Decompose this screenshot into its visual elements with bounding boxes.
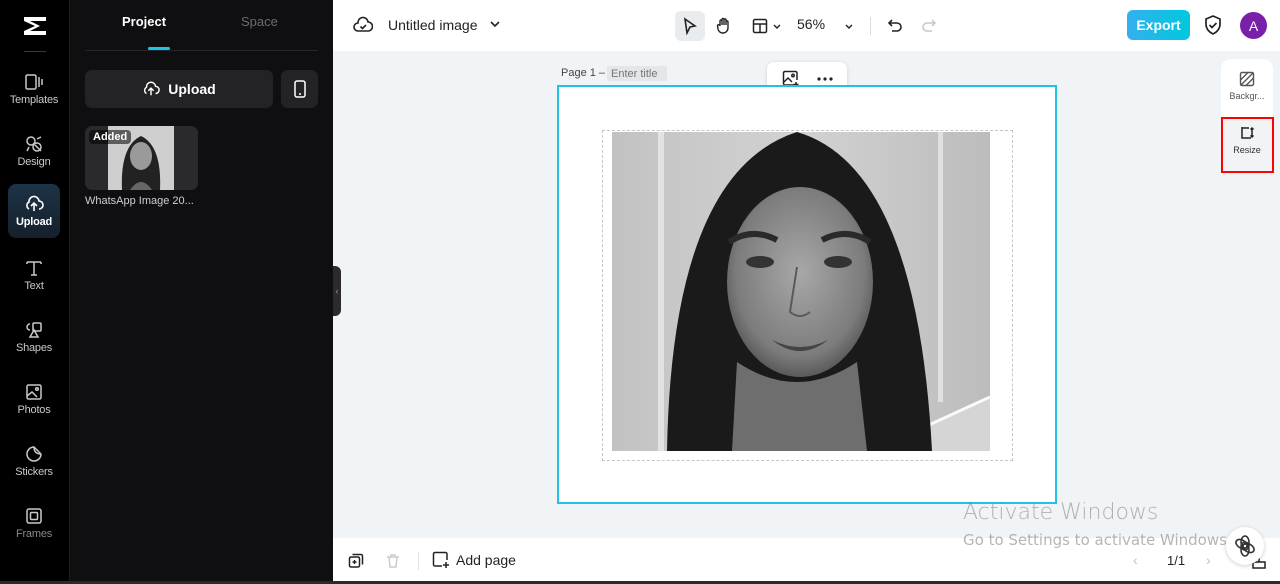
background-button[interactable]: Backgr... xyxy=(1221,71,1273,101)
document-title[interactable]: Untitled image xyxy=(388,17,478,33)
page-label: Page 1 – xyxy=(561,67,606,79)
canvas-photo[interactable] xyxy=(612,132,990,451)
sidebar-item-design[interactable]: Design xyxy=(8,124,60,178)
design-icon xyxy=(26,136,42,152)
hand-tool-button[interactable] xyxy=(709,11,739,41)
asset-thumbnail[interactable]: Added xyxy=(85,126,198,190)
background-icon xyxy=(1239,71,1255,87)
upload-button-label: Upload xyxy=(168,81,216,97)
duplicate-page-icon[interactable] xyxy=(348,553,364,569)
more-options-button[interactable] xyxy=(816,76,833,81)
sidebar-item-text[interactable]: Text xyxy=(8,248,60,302)
phone-icon xyxy=(293,80,306,98)
active-tab-indicator xyxy=(148,47,170,50)
background-label: Backgr... xyxy=(1229,91,1265,101)
image-selection-frame[interactable] xyxy=(602,130,1013,461)
sidebar-item-upload[interactable]: Upload xyxy=(8,184,60,238)
sidebar-item-label: Upload xyxy=(15,216,53,228)
undo-button[interactable] xyxy=(881,11,909,41)
sidebar-item-label: Templates xyxy=(9,94,59,106)
resize-icon xyxy=(1241,126,1255,139)
previous-page-button[interactable]: ‹ xyxy=(1133,552,1138,568)
tab-project[interactable]: Project xyxy=(122,14,166,29)
windows-activation-subtitle: Go to Settings to activate Windows. xyxy=(963,531,1232,549)
zoom-dropdown-button[interactable] xyxy=(838,11,860,41)
left-nav-rail: Templates Design Upload Text Shapes Phot… xyxy=(0,0,70,584)
cursor-icon xyxy=(683,17,697,35)
shield-check-icon[interactable] xyxy=(1202,14,1224,36)
select-tool-button[interactable] xyxy=(675,11,705,41)
chevron-down-icon[interactable] xyxy=(489,17,501,31)
cloud-saved-icon[interactable] xyxy=(353,15,373,35)
panel-tabs: Project Space xyxy=(85,0,318,51)
add-page-button[interactable]: Add page xyxy=(432,551,516,569)
text-icon xyxy=(26,261,42,276)
chevron-down-icon xyxy=(845,24,853,29)
capcut-logo-icon[interactable] xyxy=(20,12,50,40)
canvas-page[interactable] xyxy=(557,85,1057,504)
page-indicator: 1/1 xyxy=(1167,553,1186,568)
sidebar-item-frames[interactable]: Frames xyxy=(8,496,60,550)
zoom-level[interactable]: 56% xyxy=(797,16,825,32)
photos-icon xyxy=(26,384,42,400)
stickers-icon xyxy=(26,446,42,462)
templates-icon xyxy=(25,74,43,90)
add-page-label: Add page xyxy=(456,552,516,568)
sidebar-item-label: Stickers xyxy=(15,466,53,478)
sidebar-item-label: Design xyxy=(17,156,51,168)
resize-button[interactable]: Resize xyxy=(1221,117,1273,171)
delete-page-icon[interactable] xyxy=(385,553,401,569)
user-avatar[interactable]: A xyxy=(1240,12,1267,39)
windows-activation-title: Activate Windows xyxy=(963,500,1159,525)
page-title-input[interactable] xyxy=(607,66,667,81)
bottom-divider xyxy=(418,552,419,570)
add-page-icon xyxy=(432,551,449,568)
page-properties-panel: Backgr... Resize xyxy=(1221,59,1273,172)
sidebar-item-label: Text xyxy=(24,280,44,292)
upload-from-phone-button[interactable] xyxy=(281,70,318,108)
shapes-icon xyxy=(26,322,42,338)
redo-button[interactable] xyxy=(915,11,943,41)
sidebar-item-templates[interactable]: Templates xyxy=(8,62,60,116)
frames-icon xyxy=(26,508,42,524)
top-toolbar: Untitled image 56% Export A xyxy=(333,0,1280,51)
sidebar-item-label: Frames xyxy=(15,528,53,540)
sidebar-item-shapes[interactable]: Shapes xyxy=(8,310,60,364)
upload-panel: Project Space Upload Added WhatsApp Imag… xyxy=(70,0,333,584)
tab-space[interactable]: Space xyxy=(241,14,278,29)
sidebar-item-stickers[interactable]: Stickers xyxy=(8,434,60,488)
resize-label: Resize xyxy=(1233,145,1261,155)
chatgpt-extension-button[interactable] xyxy=(1226,527,1264,565)
redo-icon xyxy=(922,19,937,32)
layout-dropdown-button[interactable] xyxy=(747,11,787,41)
layout-icon xyxy=(752,18,768,34)
ellipsis-icon xyxy=(816,76,833,81)
collapse-panel-handle[interactable]: ‹ xyxy=(333,266,341,316)
added-badge: Added xyxy=(89,130,132,144)
openai-logo-icon xyxy=(1235,535,1255,557)
sidebar-item-photos[interactable]: Photos xyxy=(8,372,60,426)
export-button[interactable]: Export xyxy=(1127,10,1190,40)
chevron-down-icon xyxy=(773,24,781,29)
upload-button[interactable]: Upload xyxy=(85,70,273,108)
sidebar-item-label: Photos xyxy=(17,404,51,416)
hand-icon xyxy=(716,17,729,34)
sidebar-item-label: Shapes xyxy=(15,342,53,354)
upload-cloud-icon xyxy=(144,81,161,96)
undo-icon xyxy=(887,19,902,32)
asset-filename: WhatsApp Image 20... xyxy=(85,195,194,207)
next-page-button[interactable]: › xyxy=(1206,552,1211,568)
rail-divider xyxy=(24,51,46,52)
toolbar-divider xyxy=(870,17,871,35)
upload-cloud-icon xyxy=(26,195,44,211)
